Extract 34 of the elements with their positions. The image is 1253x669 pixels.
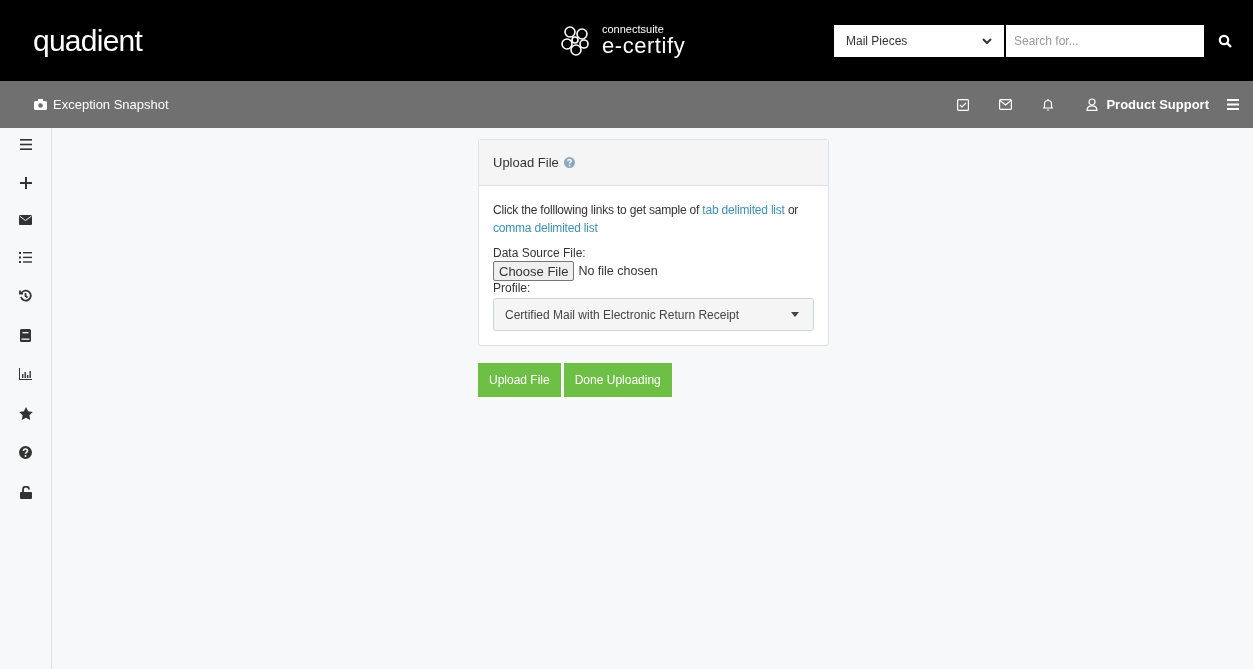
search-icon[interactable]	[1218, 33, 1232, 48]
star-icon[interactable]	[18, 406, 33, 420]
bar-chart-icon[interactable]	[19, 368, 32, 380]
page-title: Exception Snapshot	[53, 95, 169, 114]
field-label: Data Source File:	[493, 246, 587, 261]
mail-icon[interactable]	[19, 215, 32, 225]
mail-icon[interactable]	[999, 99, 1013, 110]
help-icon[interactable]	[19, 446, 32, 459]
user-name[interactable]: Product Support	[1106, 94, 1209, 115]
user-icon[interactable]	[1086, 98, 1099, 111]
sample-link[interactable]: tab delimited list	[702, 203, 785, 217]
camera-icon	[34, 99, 47, 110]
list-icon[interactable]	[19, 251, 32, 263]
file-status: No file chosen	[578, 263, 658, 280]
book-icon[interactable]	[20, 328, 31, 342]
bell-icon[interactable]	[1042, 98, 1055, 111]
search-field[interactable]: Search for...	[1006, 24, 1204, 57]
scope-select[interactable]: Mail Pieces	[834, 24, 1004, 57]
panel-title: Upload File	[493, 153, 559, 172]
field-label: Profile:	[493, 281, 532, 296]
sample-link[interactable]: comma delimited list	[493, 221, 598, 235]
instructions-text: Click the folllowing links to get sample of tab delimited list or comma delimited list	[493, 202, 800, 237]
history-icon[interactable]	[19, 289, 32, 302]
product-name: e-certify	[602, 35, 686, 57]
profile-select[interactable]: Certified Mail with Electronic Return Receipt	[493, 298, 814, 331]
caret-icon	[791, 312, 799, 317]
checkbox-icon[interactable]	[957, 98, 970, 111]
unlock-icon[interactable]	[19, 485, 32, 499]
product-line: connectsuite	[602, 24, 665, 35]
chevron-icon	[982, 36, 992, 45]
menu-icon[interactable]	[19, 139, 32, 150]
choose-file-button[interactable]: Choose File	[493, 261, 575, 281]
plus-icon[interactable]	[19, 176, 32, 189]
logo: quadient	[33, 23, 143, 59]
